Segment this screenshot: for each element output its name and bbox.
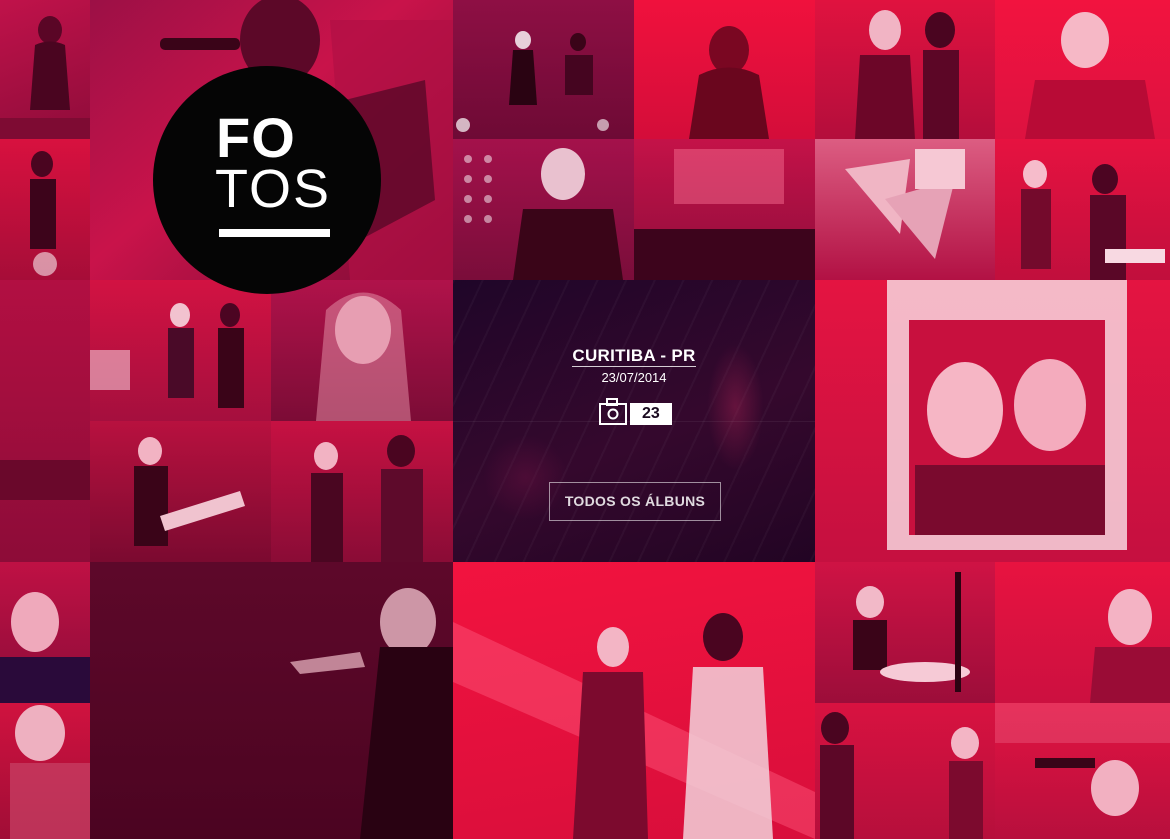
singer-mic [1090, 589, 1170, 703]
photo-count: 23 [598, 396, 672, 426]
album-date: 23/07/2014 [601, 370, 667, 385]
duo-singing [855, 10, 959, 139]
singer-shirt [10, 705, 90, 839]
photo-tile-3[interactable] [453, 0, 634, 139]
singer-closeup [0, 592, 90, 703]
photo-tile-9[interactable] [634, 139, 815, 280]
photo-tile-15[interactable] [90, 421, 271, 562]
featured-album[interactable]: CURITIBA - PR 23/07/2014 23 TODOS OS ÁLB… [453, 280, 815, 562]
duo-singing [820, 712, 983, 839]
photo-tile-13[interactable] [90, 280, 271, 421]
stage-duo [456, 31, 609, 132]
photo-tile-21[interactable] [453, 562, 815, 839]
photo-tile-24[interactable] [815, 703, 995, 839]
photo-tile-25[interactable] [995, 703, 1170, 839]
all-albums-button[interactable]: TODOS OS ÁLBUNS [549, 482, 721, 521]
photo-tile-16[interactable] [271, 421, 453, 562]
logo-underline [219, 229, 330, 237]
singer-silhouette [689, 26, 769, 139]
concert-crowd [634, 149, 815, 280]
duo-stage [90, 303, 244, 408]
photo-tile-23[interactable] [995, 562, 1170, 703]
singer-silhouette [0, 16, 90, 139]
photo-tile-7[interactable] [0, 139, 90, 280]
guitarist [30, 151, 57, 276]
photo-tile-6[interactable] [995, 0, 1170, 139]
photo-tile-17[interactable] [815, 280, 1170, 562]
photo-frame-couple [887, 280, 1127, 550]
selfie [316, 292, 411, 421]
photo-tile-8[interactable] [453, 139, 634, 280]
photo-tile-19[interactable] [0, 703, 90, 839]
album-city[interactable]: CURITIBA - PR [453, 346, 815, 367]
photo-tile-12[interactable] [0, 280, 90, 562]
duo-guitar [1021, 160, 1165, 280]
photo-tile-18[interactable] [0, 562, 90, 703]
photo-count-value: 23 [630, 403, 672, 425]
camera-icon [598, 396, 628, 426]
photo-tile-10[interactable] [815, 139, 995, 280]
singer-side [1025, 12, 1155, 139]
singer-lights [464, 148, 623, 280]
acoustic-guitarist [134, 437, 245, 546]
photo-tile-20[interactable] [90, 562, 453, 839]
photo-tile-14[interactable] [271, 280, 453, 421]
singer-pointing [290, 588, 453, 839]
photo-tile-5[interactable] [815, 0, 995, 139]
photo-tile-11[interactable] [995, 139, 1170, 280]
duo-singing [311, 435, 423, 562]
duo-performance [453, 613, 815, 839]
singer-cap [995, 703, 1170, 816]
photo-tile-4[interactable] [634, 0, 815, 139]
logo-line-2: TOS [215, 159, 332, 219]
stage-detail [0, 460, 90, 500]
fotos-logo: FO TOS [153, 66, 381, 294]
drummer [853, 572, 970, 692]
logo-line-1: FO [216, 106, 296, 169]
photo-tile-22[interactable] [815, 562, 995, 703]
guitar-picks [845, 149, 965, 259]
photo-tile-1[interactable] [0, 0, 90, 139]
